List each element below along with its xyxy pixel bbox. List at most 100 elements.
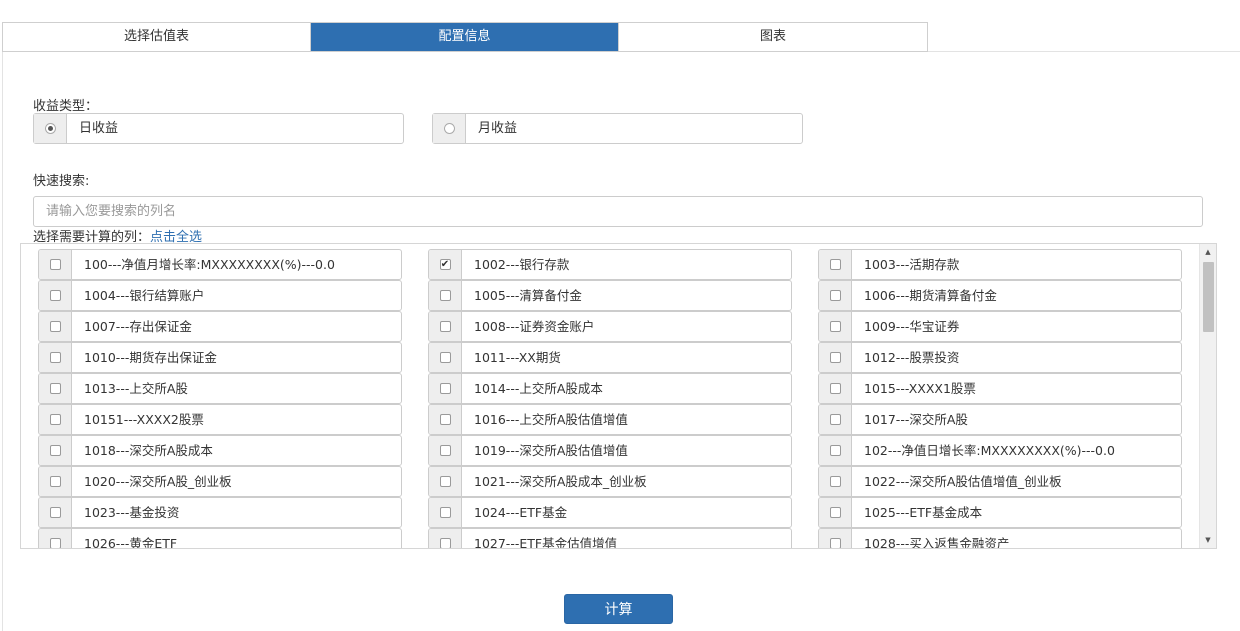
- scrollbar-thumb[interactable]: [1203, 262, 1214, 332]
- column-option-label: 1018---深交所A股成本: [84, 443, 213, 458]
- checkbox-icon[interactable]: [439, 414, 451, 425]
- column-option[interactable]: 1004---银行结算账户: [38, 280, 402, 311]
- scrollbar[interactable]: ▲ ▼: [1199, 244, 1216, 548]
- checkbox-checked-icon[interactable]: ✔: [439, 259, 451, 270]
- column-option[interactable]: 10151---XXXX2股票: [38, 404, 402, 435]
- column-option[interactable]: 1012---股票投资: [818, 342, 1182, 373]
- checkbox-icon[interactable]: [49, 259, 61, 270]
- checkbox-icon[interactable]: [829, 414, 841, 425]
- column-option[interactable]: 1022---深交所A股估值增值_创业板: [818, 466, 1182, 497]
- column-option-label: 1013---上交所A股: [84, 381, 188, 396]
- checkbox-addon: [39, 436, 72, 465]
- column-option[interactable]: 1025---ETF基金成本: [818, 497, 1182, 528]
- column-option-label: 1016---上交所A股估值增值: [474, 412, 628, 427]
- column-option[interactable]: 1011---XX期货: [428, 342, 792, 373]
- column-search-input[interactable]: [33, 196, 1203, 227]
- column-option[interactable]: 1021---深交所A股成本_创业板: [428, 466, 792, 497]
- checkbox-icon[interactable]: [829, 445, 841, 456]
- checkbox-icon[interactable]: [439, 445, 451, 456]
- checkbox-addon: [429, 405, 462, 434]
- column-option[interactable]: 1023---基金投资: [38, 497, 402, 528]
- column-option[interactable]: 1015---XXXX1股票: [818, 373, 1182, 404]
- checkbox-icon[interactable]: [829, 290, 841, 301]
- checkbox-icon[interactable]: [829, 476, 841, 487]
- column-option[interactable]: 1024---ETF基金: [428, 497, 792, 528]
- column-option[interactable]: 1013---上交所A股: [38, 373, 402, 404]
- checkbox-addon: [819, 498, 852, 527]
- column-option[interactable]: 1007---存出保证金: [38, 311, 402, 342]
- checkbox-addon: [429, 529, 462, 548]
- column-option-label: 10151---XXXX2股票: [84, 412, 204, 427]
- checkbox-icon[interactable]: [439, 383, 451, 394]
- checkbox-addon: [819, 281, 852, 310]
- column-option[interactable]: 1010---期货存出保证金: [38, 342, 402, 373]
- column-option[interactable]: 1019---深交所A股估值增值: [428, 435, 792, 466]
- checkbox-icon[interactable]: [49, 383, 61, 394]
- checkbox-addon: [39, 467, 72, 496]
- column-option[interactable]: ✔ 1002---银行存款: [428, 249, 792, 280]
- column-option[interactable]: 100---净值月增长率:MXXXXXXXX(%)---0.0: [38, 249, 402, 280]
- checkbox-icon[interactable]: [439, 476, 451, 487]
- column-option[interactable]: 1009---华宝证券: [818, 311, 1182, 342]
- checkbox-icon[interactable]: [49, 507, 61, 518]
- radio-unselected-icon[interactable]: [443, 123, 455, 134]
- radio-selected-icon[interactable]: [44, 123, 56, 134]
- scroll-down-icon[interactable]: ▼: [1200, 532, 1216, 548]
- column-option[interactable]: 102---净值日增长率:MXXXXXXXX(%)---0.0: [818, 435, 1182, 466]
- checkbox-icon[interactable]: [49, 321, 61, 332]
- column-list-panel: 100---净值月增长率:MXXXXXXXX(%)---0.0 ✔ 1002---银…: [20, 243, 1217, 549]
- checkbox-icon[interactable]: [49, 290, 61, 301]
- column-option[interactable]: 1026---黄金ETF: [38, 528, 402, 549]
- checkbox-icon[interactable]: [49, 538, 61, 548]
- radio-daily-return[interactable]: 日收益: [33, 113, 404, 144]
- checkbox-addon: [819, 529, 852, 548]
- checkbox-addon: [819, 436, 852, 465]
- column-option-label: 1004---银行结算账户: [84, 288, 205, 303]
- column-option-label: 1026---黄金ETF: [84, 536, 178, 549]
- column-option[interactable]: 1014---上交所A股成本: [428, 373, 792, 404]
- checkbox-icon[interactable]: [439, 352, 451, 363]
- checkbox-addon: [819, 467, 852, 496]
- radio-label-daily: 日收益: [79, 121, 119, 136]
- checkbox-icon[interactable]: [439, 507, 451, 518]
- tab-charts[interactable]: 图表: [619, 23, 927, 51]
- checkbox-icon[interactable]: [49, 352, 61, 363]
- checkbox-icon[interactable]: [829, 507, 841, 518]
- radio-monthly-return[interactable]: 月收益: [432, 113, 803, 144]
- checkbox-addon: [429, 281, 462, 310]
- column-option[interactable]: 1027---ETF基金估值增值: [428, 528, 792, 548]
- checkbox-icon[interactable]: [49, 476, 61, 487]
- checkbox-icon[interactable]: [439, 321, 451, 332]
- scroll-up-icon[interactable]: ▲: [1200, 244, 1216, 260]
- column-option[interactable]: 1016---上交所A股估值增值: [428, 404, 792, 435]
- checkbox-icon[interactable]: [439, 290, 451, 301]
- column-option-label: 1010---期货存出保证金: [84, 350, 217, 365]
- checkbox-icon[interactable]: [49, 414, 61, 425]
- checkbox-icon[interactable]: [829, 538, 841, 548]
- checkbox-addon: [39, 374, 72, 403]
- column-option[interactable]: 1020---深交所A股_创业板: [38, 466, 402, 497]
- checkbox-icon[interactable]: [829, 383, 841, 394]
- column-option[interactable]: 1005---清算备付金: [428, 280, 792, 311]
- checkbox-icon[interactable]: [829, 259, 841, 270]
- tab-config-info[interactable]: 配置信息: [311, 23, 619, 51]
- column-option-label: 100---净值月增长率:MXXXXXXXX(%)---0.0: [84, 257, 335, 272]
- calculate-button[interactable]: 计算: [564, 594, 673, 624]
- column-option[interactable]: 1028---买入返售金融资产: [818, 528, 1182, 548]
- checkbox-icon[interactable]: [439, 538, 451, 548]
- column-option-label: 1007---存出保证金: [84, 319, 192, 334]
- checkbox-addon: [39, 312, 72, 341]
- column-option-label: 1024---ETF基金: [474, 505, 568, 520]
- return-type-label: 收益类型：: [33, 99, 99, 114]
- column-option-label: 1008---证券资金账户: [474, 319, 595, 334]
- checkbox-icon[interactable]: [829, 352, 841, 363]
- checkbox-icon[interactable]: [829, 321, 841, 332]
- column-option[interactable]: 1017---深交所A股: [818, 404, 1182, 435]
- tab-select-valuation[interactable]: 选择估值表: [3, 23, 311, 51]
- checkbox-addon: [819, 374, 852, 403]
- column-option[interactable]: 1008---证券资金账户: [428, 311, 792, 342]
- column-option[interactable]: 1006---期货清算备付金: [818, 280, 1182, 311]
- column-option[interactable]: 1003---活期存款: [818, 249, 1182, 280]
- checkbox-icon[interactable]: [49, 445, 61, 456]
- column-option[interactable]: 1018---深交所A股成本: [38, 435, 402, 466]
